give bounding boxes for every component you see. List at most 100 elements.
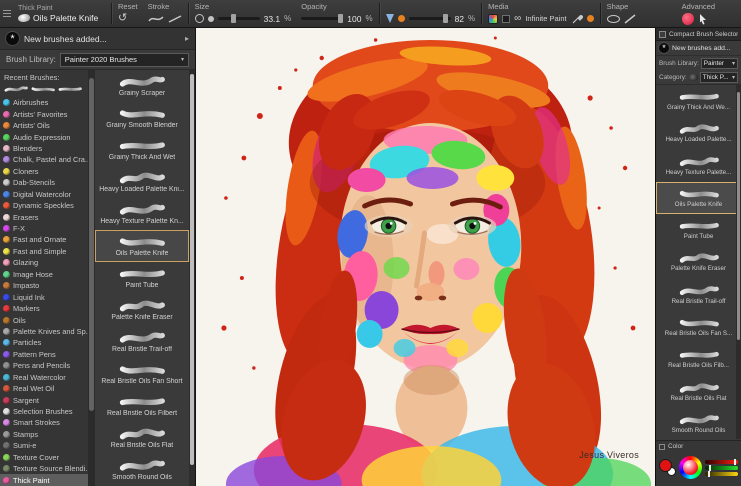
new-brushes-banner[interactable]: * New brushes added... ▸ (0, 28, 195, 50)
size-value[interactable]: 33.1 (264, 14, 281, 24)
yellow-slider[interactable] (705, 472, 738, 476)
category-item[interactable]: Stamps (0, 429, 88, 440)
category-item[interactable]: Thick Paint (0, 474, 88, 485)
primary-color-swatch[interactable] (659, 459, 672, 472)
color-panel-checkbox[interactable] (659, 444, 665, 450)
brush-variant-item[interactable]: Grainy Scraper (95, 70, 189, 102)
opacity-value[interactable]: 100 (347, 14, 361, 24)
pen-nib-icon[interactable] (386, 14, 394, 23)
category-item[interactable]: Audio Expression (0, 131, 88, 142)
infinite-paint-checkbox[interactable] (502, 15, 510, 23)
grain-media-icon[interactable] (398, 15, 405, 22)
category-item[interactable]: Erasers (0, 211, 88, 222)
media-chip-icon[interactable] (488, 14, 498, 24)
compact-selector-titlebar[interactable]: Compact Brush Selector (656, 28, 741, 41)
compact-brush-item[interactable]: Real Bristle Oils Fan S... (656, 311, 741, 343)
compact-brush-item[interactable]: Heavy Loaded Palette... (656, 117, 741, 149)
category-item[interactable]: Fast and Ornate (0, 234, 88, 245)
category-item[interactable]: Cloners (0, 166, 88, 177)
category-scrollbar[interactable] (88, 70, 95, 486)
brush-variant-item[interactable]: Paint Tube (95, 262, 189, 294)
category-item[interactable]: Pens and Pencils (0, 360, 88, 371)
compact-brush-item[interactable]: Grainy Thick And We... (656, 85, 741, 117)
brush-variant-item[interactable]: Oils Palette Knife (95, 230, 189, 262)
opacity-slider[interactable] (301, 17, 343, 20)
color-wheel[interactable] (679, 456, 702, 479)
category-item[interactable]: Real Watercolor (0, 372, 88, 383)
brush-library-dropdown[interactable]: Painter 2020 Brushes ▾ (60, 53, 189, 67)
grain-slider[interactable] (409, 17, 451, 20)
category-item[interactable]: Smart Strokes (0, 417, 88, 428)
current-brush-info[interactable]: Thick Paint Oils Palette Knife (14, 0, 110, 27)
reset-brush-icon[interactable]: ↺ (118, 13, 127, 24)
category-item[interactable]: Texture Source Blendi... (0, 463, 88, 474)
brush-variant-item[interactable]: Real Bristle Trail-off (95, 326, 189, 358)
stroke-line-icon[interactable] (168, 14, 182, 24)
dab-shape-icon[interactable] (607, 15, 620, 23)
brush-variant-item[interactable]: Heavy Loaded Palette Kni... (95, 166, 189, 198)
recent-brush-swatch[interactable] (31, 81, 55, 99)
brush-variant-item[interactable]: Grainy Smooth Blender (95, 102, 189, 134)
compact-list-scrollbar[interactable] (736, 85, 741, 439)
compact-brush-item[interactable]: Real Bristle Oils Filb... (656, 343, 741, 375)
compact-category-dropdown[interactable]: Thick P... ▾ (700, 72, 738, 83)
panel-checkbox[interactable] (659, 31, 666, 38)
category-item[interactable]: Chalk, Pastel and Cra... (0, 154, 88, 165)
category-item[interactable]: Blenders (0, 143, 88, 154)
category-item[interactable]: Impasto (0, 280, 88, 291)
compact-brush-item[interactable]: Smooth Round Oils (656, 408, 741, 440)
brush-variant-item[interactable]: Grainy Thick And Wet (95, 134, 189, 166)
grain-value[interactable]: 82 (455, 14, 464, 24)
category-item[interactable]: Fast and Simple (0, 246, 88, 257)
category-item[interactable]: Artists' Favorites (0, 108, 88, 119)
category-item[interactable]: Liquid Ink (0, 291, 88, 302)
color-swatches[interactable] (659, 459, 676, 476)
new-brushes-banner-compact[interactable]: * New brushes add... (656, 41, 741, 56)
category-item[interactable]: Oils (0, 314, 88, 325)
category-item[interactable]: Dab-Stencils (0, 177, 88, 188)
recent-brush-swatch[interactable] (58, 81, 82, 99)
category-item[interactable]: Dynamic Speckles (0, 200, 88, 211)
category-item[interactable]: Digital Watercolor (0, 189, 88, 200)
category-item[interactable]: Pattern Pens (0, 349, 88, 360)
brush-variant-item[interactable]: Smooth Round Oils (95, 454, 189, 486)
brush-variant-item[interactable]: Real Bristle Oils Filbert (95, 390, 189, 422)
compact-brush-item[interactable]: Palette Knife Eraser (656, 246, 741, 278)
recent-brush-swatch[interactable] (4, 81, 28, 99)
compact-brush-item[interactable]: Real Bristle Trail-off (656, 279, 741, 311)
menu-icon[interactable] (0, 0, 14, 27)
category-item[interactable]: Sargent (0, 394, 88, 405)
angle-icon[interactable] (624, 14, 636, 24)
brush-variant-item[interactable]: Heavy Texture Palette Kn... (95, 198, 189, 230)
red-slider[interactable] (705, 460, 738, 464)
compact-brush-item[interactable]: Oils Palette Knife (656, 182, 741, 214)
compact-brush-item[interactable]: Paint Tube (656, 214, 741, 246)
panel-flyout-icon[interactable]: ▸ (185, 34, 189, 43)
category-item[interactable]: Glazing (0, 257, 88, 268)
advanced-brush-icon[interactable] (682, 13, 694, 25)
compact-library-dropdown[interactable]: Painter ▾ (701, 58, 738, 69)
brush-list-scrollbar[interactable] (189, 70, 195, 486)
brush-variant-item[interactable]: Palette Knife Eraser (95, 294, 189, 326)
category-item[interactable]: Artists' Oils (0, 120, 88, 131)
category-item[interactable]: Texture Cover (0, 452, 88, 463)
cursor-arrow-icon[interactable] (698, 13, 708, 25)
category-item[interactable]: Palette Knives and Sp... (0, 326, 88, 337)
category-item[interactable]: Selection Brushes (0, 406, 88, 417)
stroke-squiggle-icon[interactable] (148, 14, 164, 24)
brush-variant-item[interactable]: Real Bristle Oils Flat (95, 422, 189, 454)
paint-loaded-icon[interactable] (587, 15, 594, 22)
category-item[interactable]: Airbrushes (0, 97, 88, 108)
category-item[interactable]: Real Wet Oil (0, 383, 88, 394)
category-item[interactable]: Markers (0, 303, 88, 314)
brush-variant-item[interactable]: Real Bristle Oils Fan Short (95, 358, 189, 390)
size-slider[interactable] (218, 17, 260, 20)
eyedropper-icon[interactable] (571, 13, 583, 25)
portrait-painting[interactable] (196, 28, 655, 486)
category-item[interactable]: Image Hose (0, 269, 88, 280)
category-item[interactable]: Sumi-e (0, 440, 88, 451)
compact-brush-item[interactable]: Heavy Texture Palette... (656, 150, 741, 182)
green-slider[interactable] (705, 466, 738, 470)
category-item[interactable]: F-X (0, 223, 88, 234)
compact-brush-item[interactable]: Real Bristle Oils Flat (656, 375, 741, 407)
